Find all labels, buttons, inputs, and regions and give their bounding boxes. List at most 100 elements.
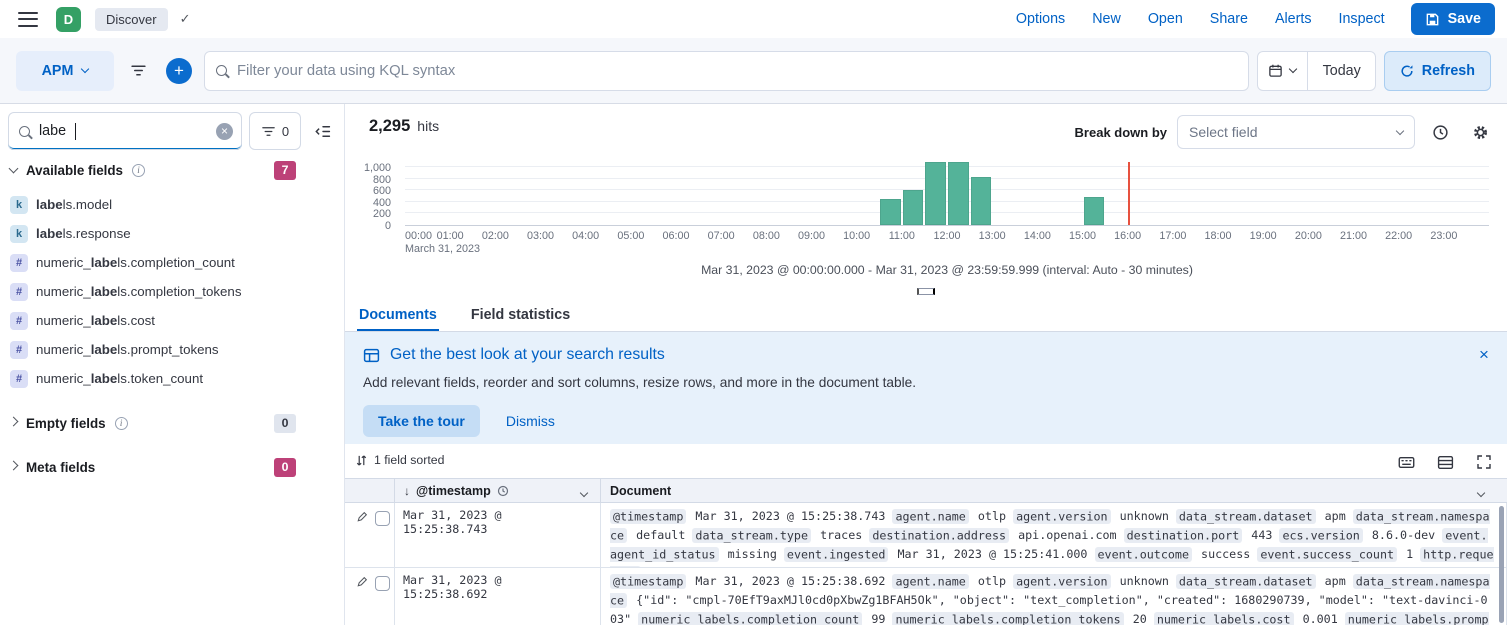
nav-link-alerts[interactable]: Alerts: [1275, 11, 1312, 27]
chevron-down-icon: [9, 164, 19, 174]
chart-options-button[interactable]: [1465, 117, 1495, 147]
document-column-header[interactable]: Document: [601, 479, 1507, 502]
y-axis-label: 400: [373, 197, 391, 209]
chart-plot: [405, 162, 1489, 226]
histogram-bar[interactable]: [880, 199, 901, 225]
doc-field-badge: @timestamp: [610, 509, 686, 524]
histogram-bar[interactable]: [903, 190, 924, 225]
histogram-bar[interactable]: [971, 177, 992, 225]
space-avatar[interactable]: D: [56, 7, 81, 32]
field-name: numeric_labels.completion_tokens: [36, 284, 241, 299]
timestamp-column-header[interactable]: @timestamp: [395, 479, 601, 502]
document-cell[interactable]: @timestamp Mar 31, 2023 @ 15:25:38.743 a…: [601, 503, 1507, 567]
expand-document-button[interactable]: [355, 576, 368, 589]
field-filter-button[interactable]: 0: [249, 112, 301, 150]
y-axis-label: 800: [373, 174, 391, 186]
document-column-menu-button[interactable]: [1474, 484, 1488, 498]
result-tabs: Documents Field statistics: [357, 301, 572, 331]
timestamp-cell[interactable]: Mar 31, 2023 @ 15:25:38.743: [395, 503, 601, 567]
meta-fields-count-badge: 0: [274, 458, 296, 477]
dismiss-button[interactable]: Dismiss: [506, 413, 555, 429]
doc-field-badge: event.ingested: [784, 547, 889, 562]
field-search-row: labe 0: [8, 112, 338, 150]
tab-documents[interactable]: Documents: [357, 301, 439, 331]
x-axis-label: 22:00: [1385, 230, 1412, 242]
x-axis-label: 07:00: [708, 230, 735, 242]
nav-link-options[interactable]: Options: [1016, 11, 1065, 27]
take-tour-button[interactable]: Take the tour: [363, 405, 480, 437]
doc-field-badge: agent.name: [892, 509, 968, 524]
callout-title: Get the best look at your search results: [390, 346, 665, 364]
doc-field-badge: agent.version: [1013, 509, 1110, 524]
close-callout-button[interactable]: [1475, 346, 1493, 364]
histogram-bar[interactable]: [1084, 197, 1105, 225]
doc-field-badge: data_stream.dataset: [1176, 574, 1316, 589]
x-axis-label: 17:00: [1159, 230, 1186, 242]
doc-field-badge: agent.name: [892, 574, 968, 589]
nav-link-inspect[interactable]: Inspect: [1339, 11, 1385, 27]
breadcrumb[interactable]: Discover: [95, 8, 168, 31]
x-axis-label: 23:00: [1430, 230, 1457, 242]
field-item[interactable]: klabels.model: [0, 190, 344, 219]
chevron-down-icon: [1288, 65, 1296, 73]
refresh-button[interactable]: Refresh: [1384, 51, 1491, 91]
info-icon: [115, 417, 128, 430]
gear-icon: [1472, 124, 1489, 141]
nav-link-new[interactable]: New: [1092, 11, 1121, 27]
empty-fields-header[interactable]: Empty fields 0: [0, 411, 344, 435]
fullscreen-button[interactable]: [1475, 453, 1493, 471]
field-item[interactable]: #numeric_labels.completion_count: [0, 248, 344, 277]
tab-field-statistics[interactable]: Field statistics: [469, 301, 572, 331]
expand-document-button[interactable]: [355, 511, 368, 524]
available-fields-header[interactable]: Available fields 7: [0, 158, 344, 182]
field-item[interactable]: # numeric_labels.completion_tokens: [0, 277, 344, 306]
clear-search-button[interactable]: [216, 123, 233, 140]
doc-field-badge: data_stream.type: [692, 528, 811, 543]
y-axis-label: 1,000: [364, 162, 391, 174]
breakdown-select[interactable]: Select field: [1177, 115, 1415, 149]
vertical-scrollbar[interactable]: [1499, 506, 1504, 623]
doc-field-badge: event.outcome: [1095, 547, 1192, 562]
collapse-fields-panel-button[interactable]: [311, 120, 333, 142]
sort-icon: [356, 454, 367, 467]
field-item[interactable]: #numeric_labels.prompt_tokens: [0, 335, 344, 364]
nav-link-share[interactable]: Share: [1210, 11, 1248, 27]
saved-query-menu-button[interactable]: [122, 51, 154, 91]
gridline: [405, 189, 1489, 190]
histogram-bar[interactable]: [948, 162, 969, 225]
history-button[interactable]: [1425, 117, 1455, 147]
select-row-checkbox[interactable]: [375, 576, 390, 591]
field-item[interactable]: #numeric_labels.token_count: [0, 364, 344, 393]
kql-search-input[interactable]: [237, 63, 1237, 79]
number-field-icon: #: [10, 341, 28, 359]
main-menu-button[interactable]: [18, 12, 38, 27]
table-row: Mar 31, 2023 @ 15:25:38.692@timestamp Ma…: [345, 568, 1507, 625]
x-axis-label: 09:00: [798, 230, 825, 242]
x-axis-label: 16:00: [1114, 230, 1141, 242]
data-view-picker[interactable]: APM: [16, 51, 114, 91]
field-search-input[interactable]: labe: [8, 112, 242, 150]
nav-link-open[interactable]: Open: [1148, 11, 1183, 27]
chart-resize-handle[interactable]: [917, 288, 935, 295]
calendar-dropdown-button[interactable]: [1257, 51, 1308, 91]
timestamp-cell[interactable]: Mar 31, 2023 @ 15:25:38.692: [395, 568, 601, 625]
sorted-fields-button[interactable]: 1 field sorted: [356, 453, 444, 467]
gridline: [405, 178, 1489, 179]
timestamp-column-menu-button[interactable]: [577, 484, 591, 498]
select-row-checkbox[interactable]: [375, 511, 390, 526]
x-axis-label: 19:00: [1250, 230, 1277, 242]
field-item[interactable]: klabels.response: [0, 219, 344, 248]
histogram-bar[interactable]: [925, 162, 946, 225]
field-item[interactable]: #numeric_labels.cost: [0, 306, 344, 335]
number-field-icon: #: [10, 283, 28, 301]
meta-fields-header[interactable]: Meta fields 0: [0, 455, 344, 479]
doc-field-badge: numeric_labels.completion_count: [638, 612, 862, 625]
keyboard-shortcuts-button[interactable]: [1397, 453, 1415, 471]
add-filter-button[interactable]: [166, 58, 192, 84]
save-button[interactable]: Save: [1411, 3, 1495, 35]
doc-field-badge: destination.address: [869, 528, 1009, 543]
time-range-label[interactable]: Today: [1308, 51, 1376, 91]
doc-field-badge: event.success_count: [1257, 547, 1397, 562]
row-density-button[interactable]: [1436, 453, 1454, 471]
document-cell[interactable]: @timestamp Mar 31, 2023 @ 15:25:38.692 a…: [601, 568, 1507, 625]
